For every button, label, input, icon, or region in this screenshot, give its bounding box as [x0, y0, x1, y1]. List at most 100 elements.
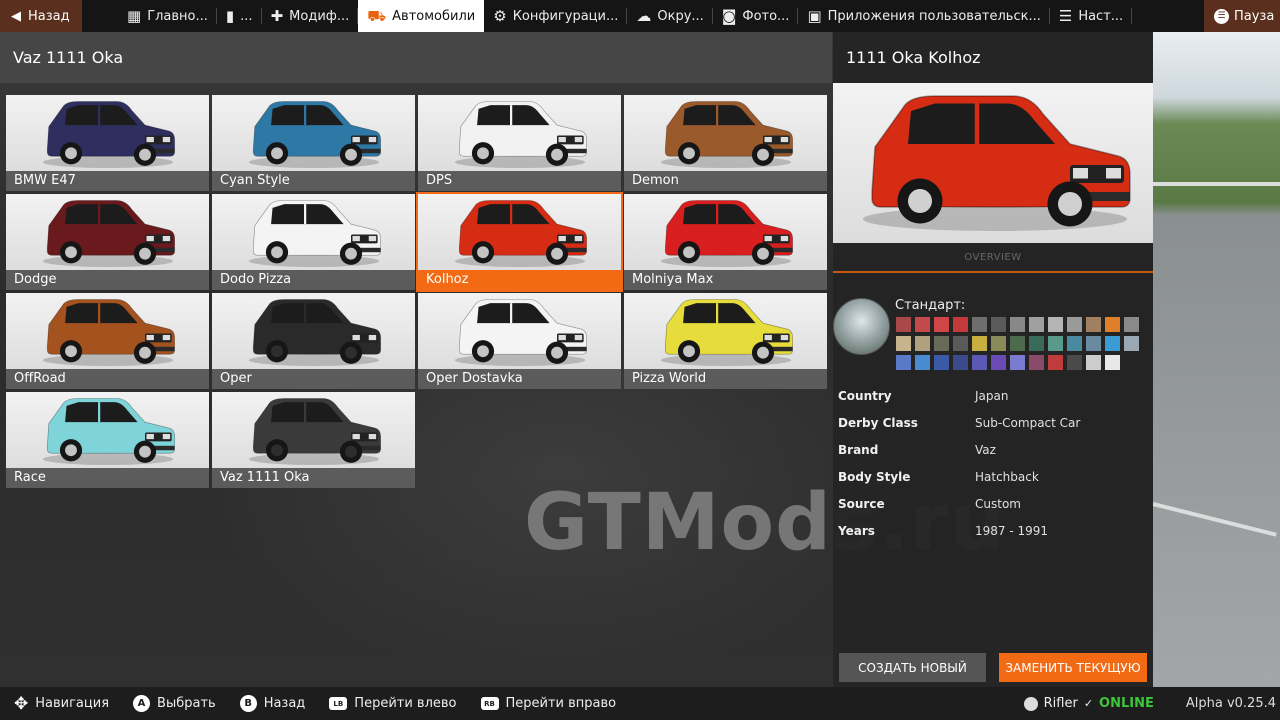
config-card[interactable]: Kolhoz [416, 192, 623, 292]
config-card[interactable]: Molniya Max [624, 194, 827, 290]
hint-label: Навигация [35, 696, 110, 711]
config-card[interactable]: Pizza World [624, 293, 827, 389]
hint-a-button[interactable]: A Выбрать [133, 695, 216, 712]
car-thumbnail-image [454, 200, 587, 268]
config-card[interactable]: Demon [624, 95, 827, 191]
paint-swatch[interactable] [1067, 317, 1082, 332]
paint-swatch[interactable] [1010, 355, 1025, 370]
paint-swatch[interactable] [1029, 336, 1044, 351]
paint-swatch[interactable] [1105, 317, 1120, 332]
paint-thumbnail[interactable] [833, 298, 890, 355]
car-thumbnail-image [660, 299, 793, 367]
paint-swatch[interactable] [934, 336, 949, 351]
tab-label: Модиф... [289, 8, 350, 24]
back-button[interactable]: ◀ Назад [0, 0, 82, 32]
config-card[interactable]: BMW E47 [6, 95, 209, 191]
paint-swatch[interactable] [896, 355, 911, 370]
top-menu-bar: ◀ Назад ▦ Главно... ▮... ✚ Модиф... ⛟ Автомоби… [0, 0, 1280, 32]
hint-dpad[interactable]: ✥ Навигация [14, 694, 109, 714]
paint-swatch[interactable] [915, 355, 930, 370]
paint-swatch[interactable] [1048, 317, 1063, 332]
config-card[interactable]: Oper [212, 293, 415, 389]
config-card[interactable]: DPS [418, 95, 621, 191]
car-thumbnail-image [248, 398, 381, 466]
paint-swatch[interactable] [972, 355, 987, 370]
steam-icon [1023, 696, 1038, 711]
config-card[interactable]: Race [6, 392, 209, 488]
paint-swatch[interactable] [991, 336, 1006, 351]
tab-engine[interactable]: ⚙ Конфигураци... [484, 0, 628, 32]
paint-swatch[interactable] [953, 336, 968, 351]
paint-label: Стандарт: [895, 298, 966, 313]
info-row: Country Japan [838, 382, 1148, 409]
paint-swatch[interactable] [1105, 336, 1120, 351]
pause-button[interactable]: ☰ Пауза [1204, 0, 1280, 32]
create-new-button[interactable]: СОЗДАТЬ НОВЫЙ [839, 653, 986, 682]
bottom-hint-bar: ✥ Навигация A Выбрать B Назад LB Перейти влево R… [0, 687, 1280, 720]
paint-swatch[interactable] [1048, 355, 1063, 370]
camera-icon: ◙ [721, 6, 737, 25]
config-card[interactable]: Oper Dostavka [418, 293, 621, 389]
paint-swatch[interactable] [953, 355, 968, 370]
paint-swatch[interactable] [1010, 317, 1025, 332]
paint-swatch[interactable] [953, 317, 968, 332]
config-card[interactable]: Dodo Pizza [212, 194, 415, 290]
paint-swatch[interactable] [896, 317, 911, 332]
paint-swatch[interactable] [1048, 336, 1063, 351]
paint-swatch[interactable] [1010, 336, 1025, 351]
info-value: Sub-Compact Car [975, 415, 1081, 430]
info-key: Source [838, 496, 885, 511]
hint-rb-button[interactable]: RB Перейти вправо [480, 696, 616, 711]
config-card-label: DPS [418, 171, 621, 191]
paint-swatch[interactable] [934, 317, 949, 332]
tab-dashboard[interactable]: ▦ Главно... [118, 0, 217, 32]
tab-puzzle[interactable]: ✚ Модиф... [262, 0, 359, 32]
tab-camera[interactable]: ◙ Фото... [713, 0, 799, 32]
car-thumbnail-image [454, 299, 587, 367]
config-card[interactable]: OffRoad [6, 293, 209, 389]
car-thumbnail-image [248, 200, 381, 268]
paint-swatch[interactable] [1086, 317, 1101, 332]
hint-b-button[interactable]: B Назад [239, 695, 305, 712]
paint-swatch[interactable] [1086, 336, 1101, 351]
tab-apps[interactable]: ▣ Приложения пользовательск... [798, 0, 1051, 32]
paint-swatch[interactable] [991, 317, 1006, 332]
paint-swatch[interactable] [1067, 355, 1082, 370]
paint-swatch[interactable] [1067, 336, 1082, 351]
pause-icon: ☰ [1214, 8, 1229, 24]
tab-label: Приложения пользовательск... [827, 8, 1041, 24]
dashboard-icon: ▦ [127, 6, 142, 25]
tab-label: ... [240, 8, 253, 24]
tab-weather[interactable]: ☁ Окру... [627, 0, 714, 32]
tab-label: Главно... [147, 8, 208, 24]
check-icon: ✓ [1083, 697, 1094, 710]
tab-map[interactable]: ▮... [217, 0, 262, 32]
paint-swatch[interactable] [1124, 317, 1139, 332]
paint-swatch[interactable] [915, 336, 930, 351]
tab-overview[interactable]: OVERVIEW [833, 243, 1153, 273]
paint-swatch[interactable] [915, 317, 930, 332]
paint-swatch[interactable] [991, 355, 1006, 370]
paint-swatch[interactable] [972, 317, 987, 332]
paint-swatch[interactable] [1124, 336, 1139, 351]
paint-swatch[interactable] [896, 336, 911, 351]
back-label: Назад [28, 8, 70, 24]
config-card[interactable]: Vaz 1111 Oka [212, 392, 415, 488]
replace-current-button[interactable]: ЗАМЕНИТЬ ТЕКУЩУЮ [999, 653, 1147, 682]
paint-swatch[interactable] [934, 355, 949, 370]
paint-swatch[interactable] [1029, 355, 1044, 370]
config-card[interactable]: Dodge [6, 194, 209, 290]
car-thumbnail-image [660, 200, 793, 268]
back-arrow-icon: ◀ [11, 8, 21, 24]
paint-swatch[interactable] [1105, 355, 1120, 370]
paint-swatch[interactable] [1029, 317, 1044, 332]
paint-swatch[interactable] [1086, 355, 1101, 370]
hint-lb-button[interactable]: LB Перейти влево [329, 696, 457, 711]
config-title: 1111 Oka Kolhoz [833, 32, 1153, 83]
tab-settings[interactable]: ☰ Наст... [1050, 0, 1133, 32]
config-card[interactable]: Cyan Style [212, 95, 415, 191]
tab-car[interactable]: ⛟ Автомобили [358, 0, 485, 32]
game-scene-view [1152, 32, 1280, 687]
paint-swatch[interactable] [972, 336, 987, 351]
config-card-label: Dodo Pizza [212, 270, 415, 290]
